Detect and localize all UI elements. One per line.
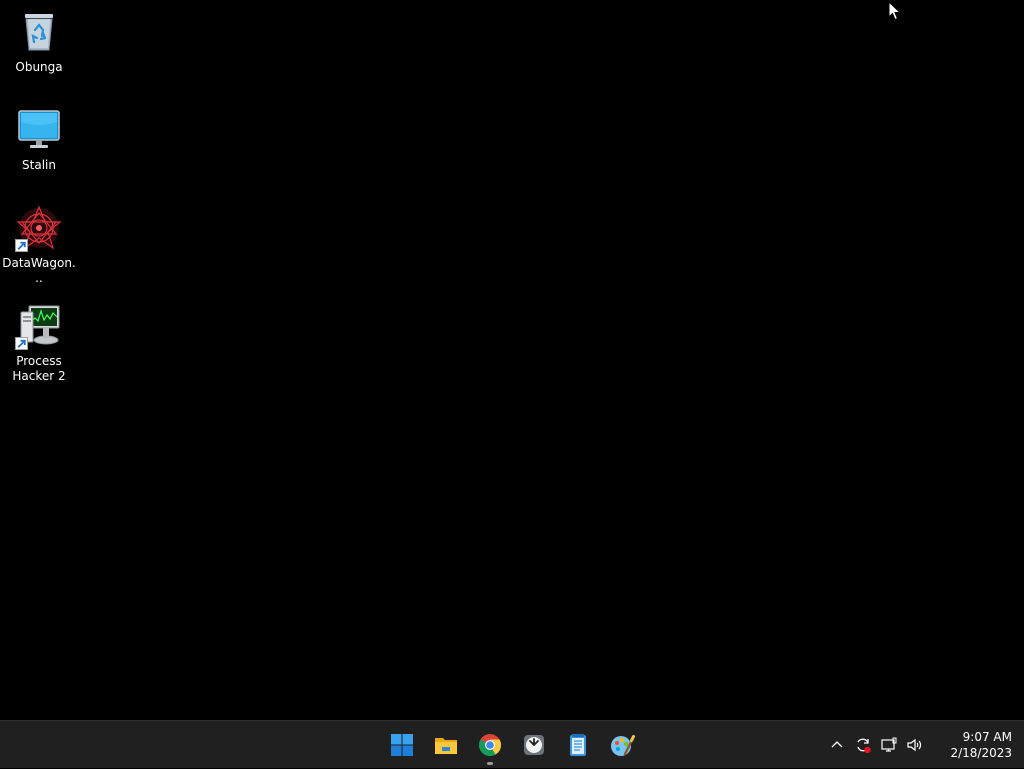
clock-app-button[interactable] (512, 723, 556, 767)
network-icon (881, 737, 897, 752)
windows-start-icon (391, 734, 413, 756)
notepad-button[interactable] (556, 723, 600, 767)
mouse-cursor-icon (888, 1, 902, 21)
desktop-icon-label: Stalin (22, 158, 56, 172)
file-explorer-button[interactable] (424, 723, 468, 767)
paint-icon (611, 735, 635, 756)
desktop-icon-label: Obunga (15, 60, 63, 74)
volume-icon (907, 738, 922, 752)
folder-icon (435, 738, 457, 754)
chevron-up-icon (831, 741, 843, 748)
desktop-icon-process-hacker[interactable]: Process Hacker 2 (1, 302, 77, 384)
sync-status-button[interactable] (850, 729, 876, 761)
process-hacker-icon (15, 302, 63, 350)
sync-icon (857, 738, 871, 754)
desktop-icon-stalin[interactable]: Stalin (1, 106, 77, 173)
desktop[interactable]: Obunga Stalin DataWagon... Process Hacke… (0, 0, 1024, 720)
taskbar-apps (380, 723, 644, 767)
network-button[interactable] (876, 729, 902, 761)
chrome-icon (479, 734, 501, 756)
recycle-bin-icon (15, 8, 63, 56)
desktop-icon-label: DataWagon... (2, 256, 76, 285)
monitor-icon (15, 106, 63, 154)
shortcut-arrow-icon (15, 337, 28, 350)
system-tray: 9:07 AM 2/18/2023 (824, 721, 1024, 769)
shortcut-arrow-icon (15, 239, 28, 252)
paint-button[interactable] (600, 723, 644, 767)
clock-date: 2/18/2023 (950, 746, 1012, 760)
desktop-icon-datawagon[interactable]: DataWagon... (1, 204, 77, 286)
notepad-icon (570, 734, 586, 756)
desktop-icon-obunga[interactable]: Obunga (1, 8, 77, 75)
taskbar: 9:07 AM 2/18/2023 (0, 720, 1024, 768)
start-button[interactable] (380, 723, 424, 767)
running-indicator (487, 762, 493, 765)
datawagon-icon (15, 204, 63, 252)
show-hidden-icons-button[interactable] (824, 729, 850, 761)
desktop-icon-label: Process Hacker 2 (12, 354, 66, 383)
volume-button[interactable] (902, 729, 928, 761)
clock-date-button[interactable]: 9:07 AM 2/18/2023 (936, 729, 1012, 761)
chrome-button[interactable] (468, 723, 512, 767)
clock-icon (524, 735, 544, 755)
clock-time: 9:07 AM (962, 730, 1012, 744)
